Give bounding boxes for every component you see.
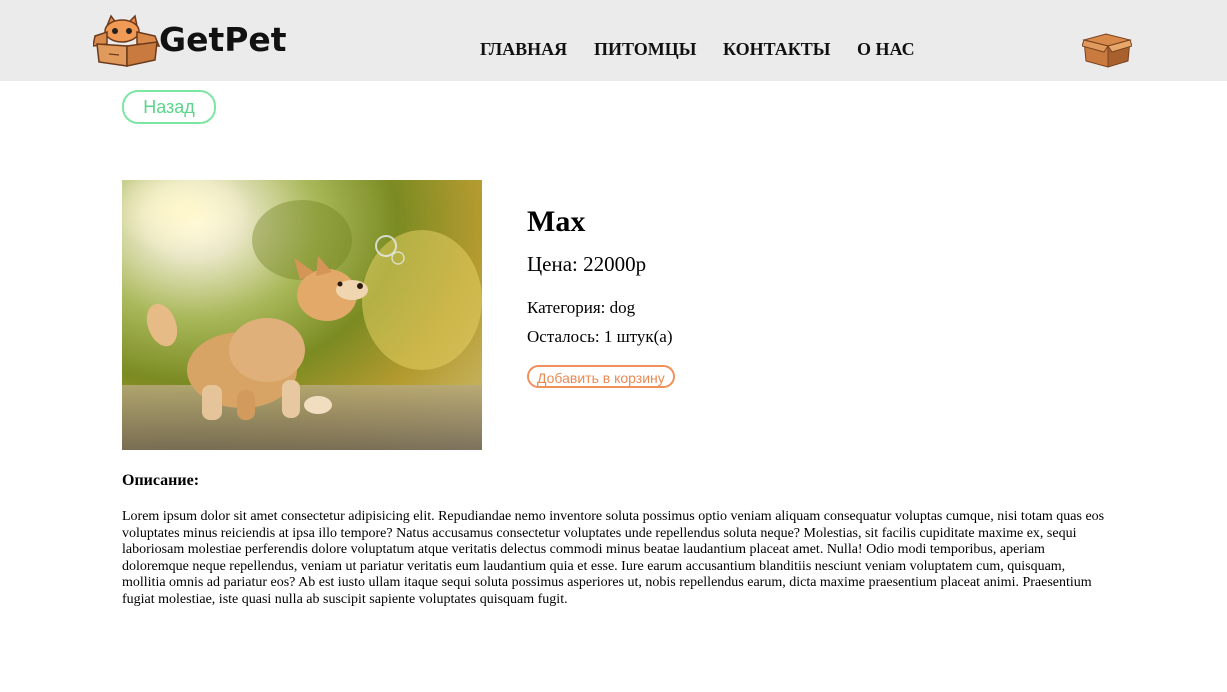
nav-item-home[interactable]: ГЛАВНАЯ — [480, 39, 567, 60]
cart-button[interactable] — [1081, 32, 1133, 68]
nav-item-pets[interactable]: ПИТОМЦЫ — [594, 39, 696, 60]
pet-price: Цена: 22000р — [527, 252, 647, 276]
logo[interactable]: GetPet — [93, 14, 287, 68]
nav-item-about[interactable]: О НАС — [857, 39, 915, 60]
site-header: GetPet ГЛАВНАЯ ПИТОМЦЫ КОНТАКТЫ О НАС — [0, 0, 1227, 81]
pet-name: Max — [527, 205, 586, 238]
cardboard-box-icon — [1081, 33, 1133, 68]
pet-stock: Осталось: 1 штук(а) — [527, 327, 673, 346]
back-button[interactable]: Назад — [122, 90, 216, 124]
dog-photo — [122, 180, 482, 450]
cat-in-box-icon — [93, 14, 161, 67]
description-text: Lorem ipsum dolor sit amet consectetur a… — [122, 509, 1105, 607]
description-title: Описание: — [122, 472, 200, 489]
pet-category: Категория: dog — [527, 298, 636, 317]
nav-item-contacts[interactable]: КОНТАКТЫ — [723, 39, 830, 60]
add-to-cart-button[interactable]: Добавить в корзину — [527, 365, 675, 388]
logo-text: GetPet — [159, 20, 287, 59]
pet-photo — [122, 180, 482, 450]
